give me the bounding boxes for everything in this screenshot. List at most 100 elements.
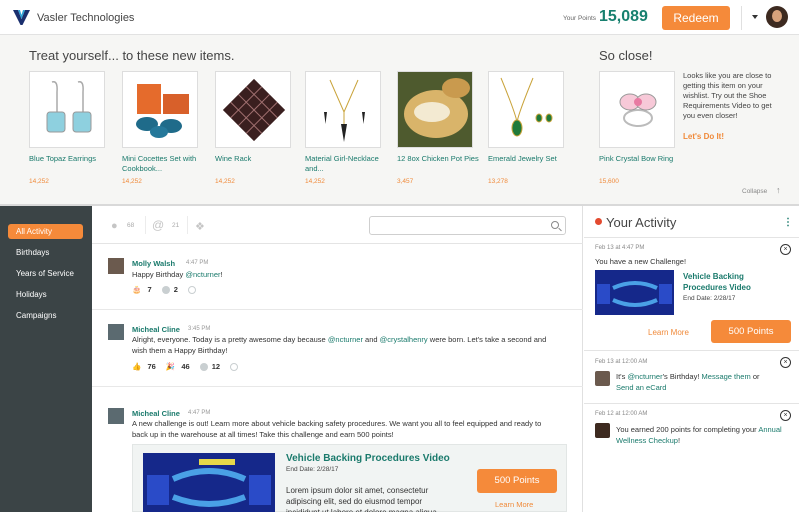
sidebar-item-birthdays[interactable]: Birthdays — [8, 245, 83, 260]
activity-text: You earned 200 points for completing you… — [616, 425, 782, 445]
activity-item: Feb 13 at 4:47 PM × You have a new Chall… — [584, 238, 799, 351]
arrow-up-icon[interactable]: ↑ — [776, 185, 781, 195]
brand-name[interactable]: Vasler Technologies — [37, 12, 134, 24]
chat-bubble-icon[interactable]: ❖ — [195, 220, 205, 233]
product-name[interactable]: Mini Cocettes Set with Cookbook... — [122, 154, 204, 174]
people-count: 68 — [127, 222, 135, 229]
emerald-jewelry-image[interactable] — [488, 71, 564, 148]
sidebar: All Activity Birthdays Years of Service … — [0, 206, 92, 512]
product-card[interactable]: Emerald Jewelry Set 13,278 — [488, 71, 578, 185]
close-icon[interactable]: × — [780, 357, 791, 368]
learn-more-link[interactable]: Learn More — [495, 500, 533, 509]
points-label: Your Points — [563, 15, 597, 22]
toolbar-divider — [187, 216, 188, 234]
learn-more-link[interactable]: Learn More — [648, 328, 689, 337]
more-options-icon[interactable]: ⋮ — [783, 217, 793, 228]
thumbs-up-icon: 👍 — [132, 362, 142, 371]
user-avatar[interactable] — [766, 6, 788, 28]
challenge-title[interactable]: Vehicle Backing Procedures Video — [286, 453, 450, 464]
earn-points-button[interactable]: 500 Points — [477, 469, 557, 493]
challenge-end-date: End Date: 2/28/17 — [286, 466, 339, 473]
comment-icon — [199, 363, 208, 372]
rewards-title: Treat yourself... to these new items. — [29, 48, 235, 63]
notification-badge — [595, 218, 602, 225]
earn-points-button[interactable]: 500 Points — [711, 320, 791, 343]
avatar[interactable] — [108, 408, 124, 424]
post-body: A new challenge is out! Learn more about… — [132, 419, 542, 439]
challenge-card[interactable]: Vehicle Backing Procedures Video End Dat… — [132, 444, 567, 512]
close-icon[interactable]: × — [780, 410, 791, 421]
avatar[interactable] — [108, 324, 124, 340]
sidebar-item-all-activity[interactable]: All Activity — [8, 224, 83, 239]
product-name[interactable]: Wine Rack — [215, 154, 297, 174]
chevron-down-icon[interactable] — [752, 15, 758, 19]
activity-header: Your Activity ⋮ — [584, 206, 799, 238]
avatar[interactable] — [595, 371, 610, 386]
challenge-title[interactable]: Vehicle Backing Procedures Video — [683, 271, 773, 293]
product-name[interactable]: 12 8ox Chicken Pot Pies — [397, 154, 479, 174]
add-reaction-icon[interactable] — [187, 286, 196, 295]
wine-rack-image[interactable] — [215, 71, 291, 148]
comment-reaction[interactable]: 2 — [161, 285, 182, 295]
product-points: 14,252 — [305, 178, 325, 185]
post-body: Happy Birthday @ncturner! — [132, 270, 223, 279]
mention-link[interactable]: @crystalhenry — [380, 335, 428, 344]
message-them-link[interactable]: Message them — [702, 372, 751, 381]
product-card[interactable]: Mini Cocettes Set with Cookbook... 14,25… — [122, 71, 212, 185]
product-points: 14,252 — [215, 178, 235, 185]
product-card[interactable]: Material Girl-Necklace and... 14,252 — [305, 71, 395, 185]
vasler-logo-icon[interactable] — [13, 9, 30, 25]
sidebar-item-holidays[interactable]: Holidays — [8, 287, 83, 302]
product-points: 14,252 — [29, 178, 49, 185]
product-points: 13,278 — [488, 178, 508, 185]
product-card[interactable]: 12 8ox Chicken Pot Pies 3,457 — [397, 71, 487, 185]
pot-pie-image[interactable] — [397, 71, 473, 148]
send-ecard-link[interactable]: Send an eCard — [616, 383, 666, 392]
party-reaction[interactable]: 🎉 46 — [166, 362, 194, 371]
mention-link[interactable]: @ncturner — [185, 270, 220, 279]
person-icon[interactable]: ● — [111, 220, 118, 232]
challenge-end-date: End Date: 2/28/17 — [683, 295, 736, 302]
product-name[interactable]: Material Girl-Necklace and... — [305, 154, 387, 174]
reactions-bar: 👍 76 🎉 46 12 — [132, 362, 242, 372]
activity-time: Feb 13 at 4:47 PM — [595, 245, 645, 251]
product-name[interactable]: Emerald Jewelry Set — [488, 154, 570, 174]
avatar[interactable] — [595, 423, 610, 438]
challenge-video-thumbnail[interactable] — [143, 453, 275, 512]
thumbs-up-reaction[interactable]: 👍 76 — [132, 362, 160, 371]
post-author[interactable]: Micheal Cline — [132, 409, 180, 418]
mention-link[interactable]: @ncturner — [328, 335, 363, 344]
product-card[interactable]: Wine Rack 14,252 — [215, 71, 305, 185]
cocettes-image[interactable] — [122, 71, 198, 148]
search-input[interactable] — [369, 216, 566, 235]
sidebar-item-campaigns[interactable]: Campaigns — [8, 308, 83, 323]
product-name[interactable]: Blue Topaz Earrings — [29, 154, 111, 174]
wishlist-product-card[interactable]: Pink Crystal Bow Ring 15,600 — [599, 71, 689, 185]
challenge-video-thumbnail[interactable] — [595, 270, 674, 315]
avatar[interactable] — [108, 258, 124, 274]
activity-feed: ● 68 @ 21 ❖ Molly Walsh 4:47 PM Happy Bi… — [92, 206, 583, 512]
mention-count: 21 — [172, 222, 180, 229]
post-author[interactable]: Micheal Cline — [132, 325, 180, 334]
product-points: 3,457 — [397, 178, 414, 185]
earrings-image[interactable] — [29, 71, 105, 148]
necklace-image[interactable] — [305, 71, 381, 148]
post-author[interactable]: Molly Walsh — [132, 259, 175, 268]
search-icon[interactable] — [551, 221, 559, 229]
comment-reaction[interactable]: 12 — [199, 362, 224, 372]
add-reaction-icon[interactable] — [230, 363, 239, 372]
reactions-bar: 🎂 7 2 — [132, 285, 200, 295]
cake-reaction[interactable]: 🎂 7 — [132, 285, 156, 294]
bow-ring-image[interactable] — [599, 71, 675, 148]
product-card[interactable]: Blue Topaz Earrings 14,252 — [29, 71, 119, 185]
comment-icon — [161, 286, 170, 295]
collapse-link[interactable]: Collapse — [742, 188, 767, 195]
activity-item: Feb 12 at 12:00 AM × You earned 200 poin… — [584, 404, 799, 456]
product-name[interactable]: Pink Crystal Bow Ring — [599, 154, 681, 174]
mention-link[interactable]: @ncturner — [627, 372, 662, 381]
redeem-button[interactable]: Redeem — [662, 6, 730, 30]
close-icon[interactable]: × — [780, 244, 791, 255]
lets-do-it-link[interactable]: Let's Do It! — [683, 132, 724, 141]
mention-icon[interactable]: @ — [152, 218, 164, 232]
sidebar-item-years-of-service[interactable]: Years of Service — [8, 266, 83, 281]
